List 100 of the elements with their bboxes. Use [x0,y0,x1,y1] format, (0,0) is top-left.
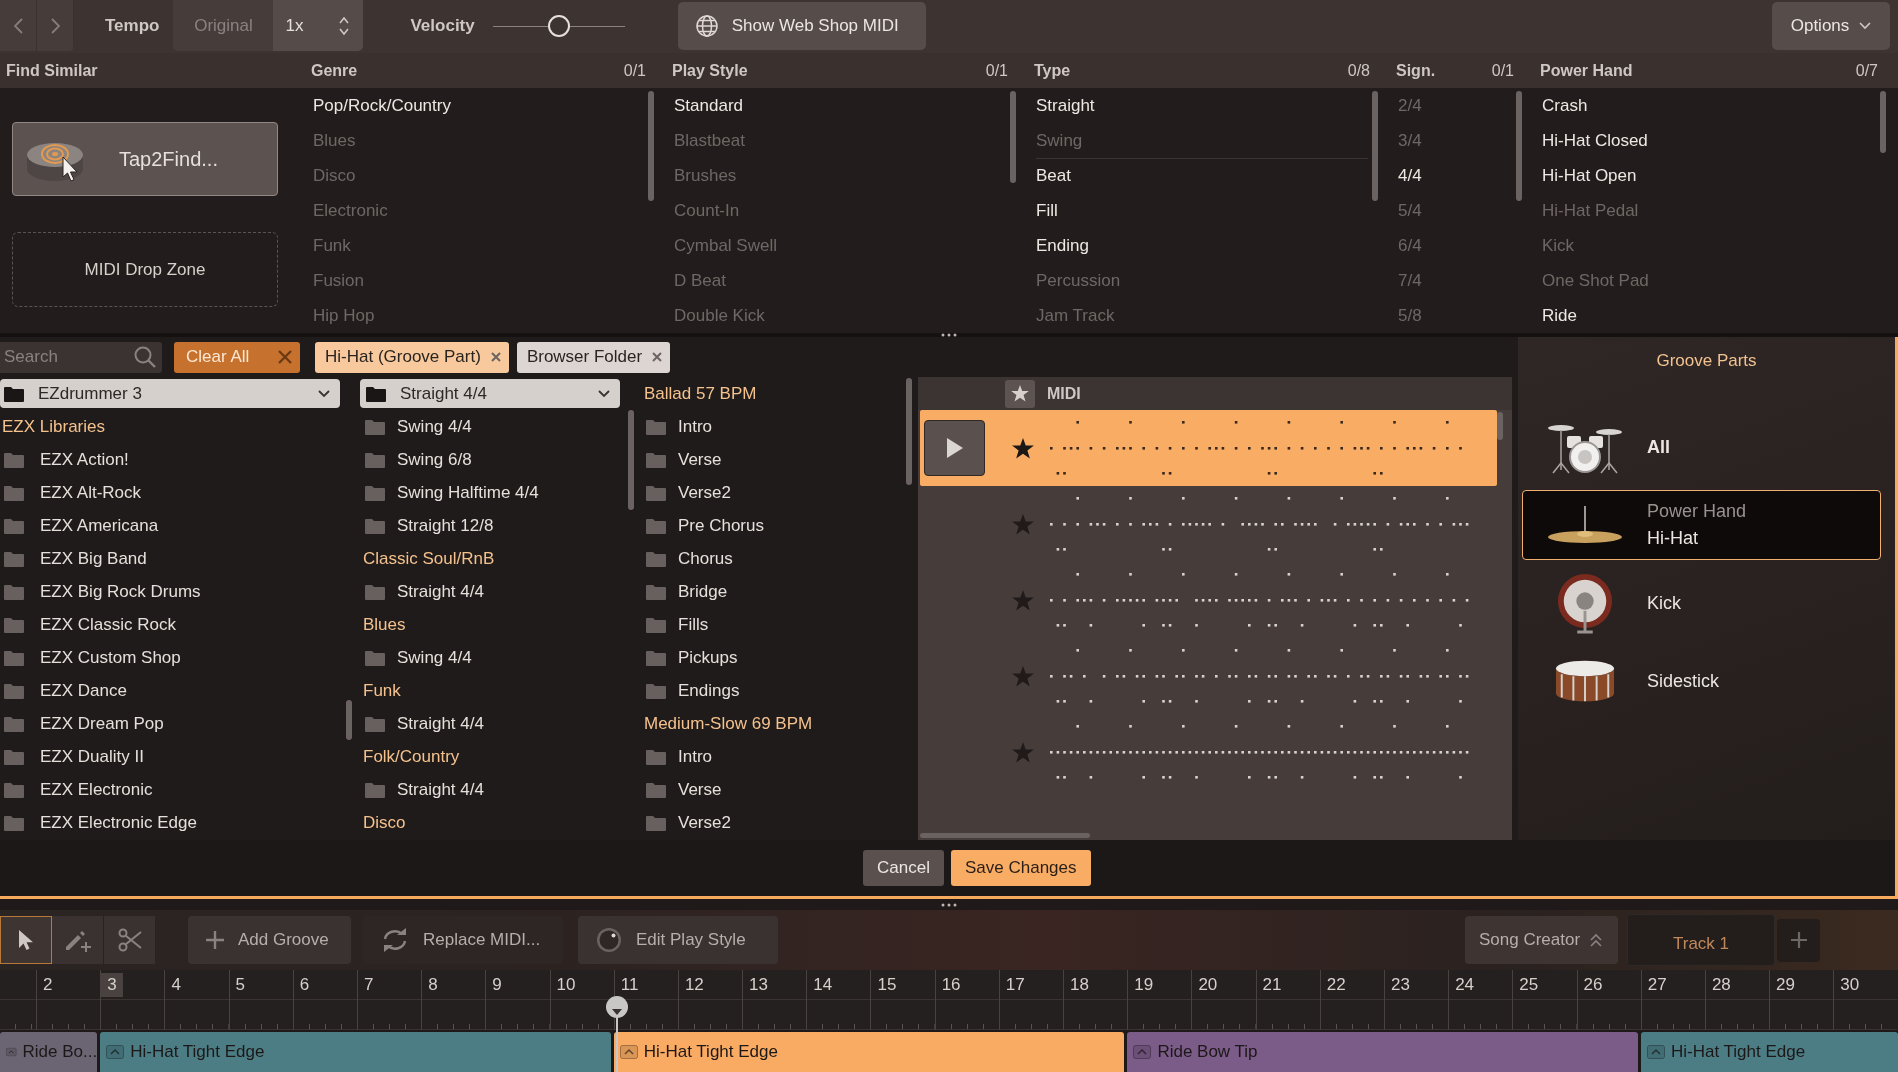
filter-option[interactable]: 4/4 [1398,165,1422,186]
filter-option[interactable]: Ending [1036,235,1089,256]
scrollbar-thumb[interactable] [346,700,352,740]
add-groove-button[interactable]: Add Groove [188,916,351,964]
bar-number[interactable]: 3 [101,972,123,997]
folder-item[interactable]: Pre Chorus [646,515,764,536]
bar-number[interactable]: 17 [999,972,1031,997]
folder-item[interactable]: EZX Electronic Edge [4,812,197,833]
folder-item[interactable]: Swing 4/4 [365,647,472,668]
scrollbar-thumb[interactable] [1516,91,1522,201]
midi-groove-row[interactable] [920,410,1497,486]
bar-number[interactable]: 18 [1064,972,1095,997]
midi-drop-zone[interactable]: MIDI Drop Zone [12,232,278,307]
song-creator-button[interactable]: Song Creator [1465,916,1618,964]
scrollbar-thumb[interactable] [1880,91,1886,153]
star-icon[interactable] [1012,437,1034,459]
bar-number[interactable]: 19 [1128,972,1160,997]
bar-number[interactable]: 5 [229,972,252,997]
folder-item[interactable]: Endings [646,680,740,701]
playhead-handle[interactable] [604,995,629,1072]
folder-dropdown[interactable]: Straight 4/4 [360,379,620,408]
folder-item[interactable]: Swing Halftime 4/4 [365,482,539,503]
bar-number[interactable]: 9 [486,972,508,997]
scrollbar-thumb[interactable] [1010,91,1016,183]
groove-part-item[interactable]: All [1522,412,1881,482]
folder-item[interactable]: Straight 4/4 [365,581,484,602]
tap2find-button[interactable]: Tap2Find... [12,122,278,196]
folder-item[interactable]: Swing 4/4 [365,416,472,437]
scrollbar-thumb[interactable] [628,410,634,510]
folder-item[interactable]: EZX Classic Rock [4,614,177,635]
grip-handle-icon[interactable] [941,333,957,337]
star-icon[interactable] [1012,589,1034,611]
bar-number[interactable]: 30 [1834,972,1866,997]
bar-number[interactable]: 23 [1384,972,1416,997]
folder-item[interactable]: EZX Alt-Rock [4,482,142,503]
folder-item[interactable]: Straight 12/8 [365,515,494,536]
folder-item[interactable]: Verse [646,449,722,470]
tempo-multiplier-dropdown[interactable]: 1x [273,0,364,51]
search-icon[interactable] [134,345,156,368]
scrollbar-thumb[interactable] [648,91,654,201]
star-icon[interactable] [1012,741,1034,763]
bar-number[interactable]: 15 [871,972,903,997]
folder-item[interactable]: EZX Duality II [4,746,144,767]
web-shop-button[interactable]: Show Web Shop MIDI [677,2,926,50]
bar-number[interactable]: 13 [743,972,774,997]
groove-part-item[interactable]: Power Hand Hi-Hat [1522,490,1881,560]
folder-item[interactable]: Intro [646,746,713,767]
folder-item[interactable]: EZX Dance [4,680,127,701]
velocity-slider-thumb[interactable] [547,15,570,37]
track-header[interactable]: Track 1 [1627,914,1775,966]
bar-number[interactable]: 6 [293,972,316,997]
groove-part-item[interactable]: Kick [1522,568,1881,638]
folder-item[interactable]: EZX Electronic [4,779,153,800]
folder-item[interactable]: Bridge [646,581,728,602]
folder-item[interactable]: Verse2 [646,812,731,833]
filter-option[interactable]: Fill [1036,200,1058,221]
caret-icon[interactable] [106,1045,125,1059]
close-icon[interactable] [490,352,501,362]
timeline-clip[interactable]: Hi-Hat Tight Edge [1640,1032,1898,1072]
filter-option[interactable]: Straight [1036,95,1095,116]
caret-icon[interactable] [1133,1045,1152,1059]
star-icon[interactable] [1012,513,1034,535]
folder-item[interactable]: Intro [646,416,713,437]
timeline-clip[interactable]: Hi-Hat Tight Edge [613,1032,1125,1072]
folder-item[interactable]: Straight 4/4 [365,779,484,800]
folder-item[interactable]: Verse [646,779,722,800]
filter-tag[interactable]: Browser Folder [516,341,671,373]
scrollbar-thumb[interactable] [1497,412,1503,440]
folder-item[interactable]: Pickups [646,647,738,668]
bar-number[interactable]: 7 [357,972,380,997]
folder-dropdown[interactable]: EZdrummer 3 [0,379,340,408]
folder-item[interactable]: EZX Big Band [4,548,147,569]
bar-number[interactable]: 14 [807,972,839,997]
bar-number[interactable]: 28 [1705,972,1737,997]
folder-item[interactable]: Straight 4/4 [365,713,484,734]
filter-option[interactable]: Hi-Hat Open [1542,165,1637,186]
folder-item[interactable]: Chorus [646,548,733,569]
select-tool-button[interactable] [0,916,52,964]
bar-number[interactable]: 24 [1449,972,1481,997]
options-button[interactable]: Options [1772,2,1890,50]
bar-number[interactable]: 27 [1641,972,1673,997]
bar-number[interactable]: 22 [1320,972,1352,997]
filter-option[interactable]: Beat [1036,165,1071,186]
folder-item[interactable]: Fills [646,614,709,635]
bar-number[interactable]: 12 [678,972,710,997]
cancel-button[interactable]: Cancel [863,850,944,886]
bar-number[interactable]: 11 [614,972,645,997]
filter-option[interactable]: Pop/Rock/Country [313,95,451,116]
edit-play-style-button[interactable]: Edit Play Style [578,916,778,964]
scrollbar-thumb[interactable] [920,832,1090,838]
bar-number[interactable]: 2 [37,972,59,997]
star-icon[interactable] [1012,665,1034,687]
grip-handle-icon[interactable] [941,902,957,907]
folder-item[interactable]: EZX Americana [4,515,159,536]
save-changes-button[interactable]: Save Changes [951,850,1091,886]
bar-number[interactable]: 10 [550,972,582,997]
folder-item[interactable]: EZX Custom Shop [4,647,181,668]
bar-number[interactable]: 8 [422,972,444,997]
play-button[interactable] [924,420,985,476]
favorites-filter-button[interactable] [1005,379,1035,408]
